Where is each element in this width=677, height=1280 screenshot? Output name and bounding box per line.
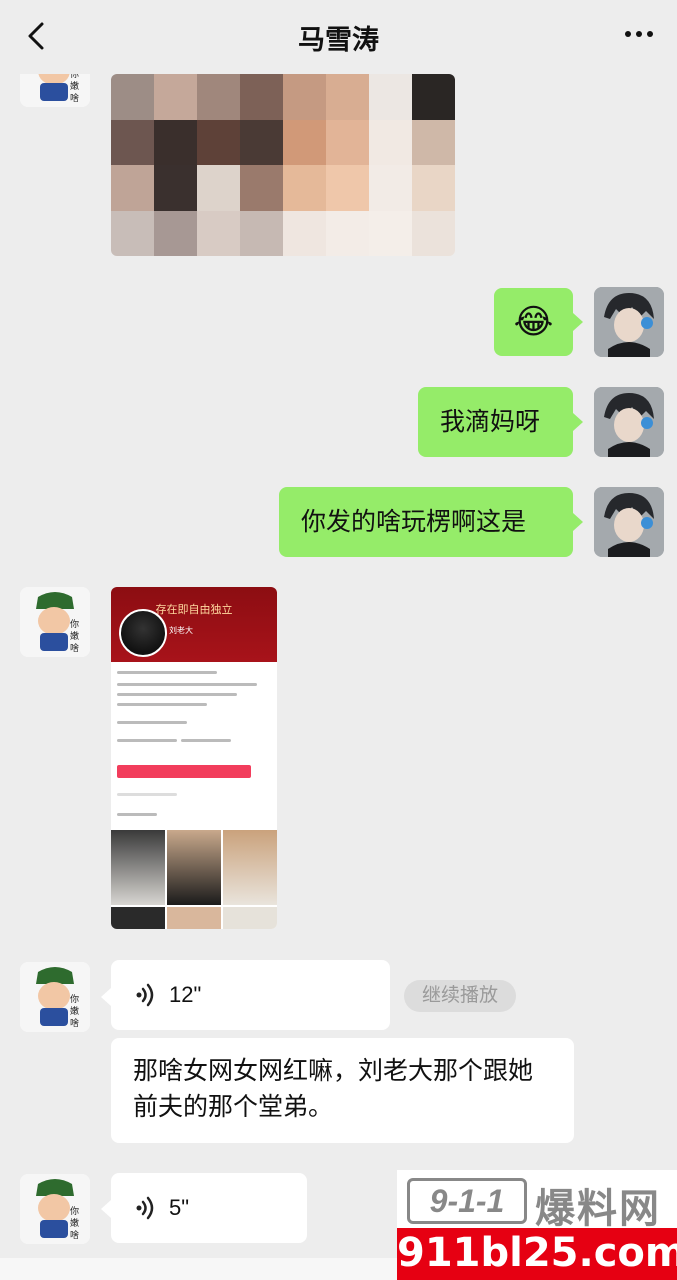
screenshot-line bbox=[181, 739, 231, 742]
mosaic-tile bbox=[412, 74, 455, 120]
mosaic-tile bbox=[197, 210, 240, 256]
mosaic-tile bbox=[154, 165, 197, 211]
screenshot-line bbox=[117, 793, 177, 796]
watermark: 9-1-1 爆料网 911bl25.com bbox=[397, 1170, 677, 1280]
mosaic-image[interactable] bbox=[111, 74, 455, 256]
svg-text:啥: 啥 bbox=[70, 642, 79, 653]
message-bubble[interactable]: 你发的啥玩楞啊这是 bbox=[279, 487, 573, 557]
screenshot-avatar bbox=[119, 609, 167, 657]
svg-text:嫩: 嫩 bbox=[70, 1217, 79, 1228]
message-bubble[interactable]: 我滴妈呀 bbox=[418, 387, 573, 457]
screenshot-line bbox=[117, 703, 207, 706]
contact-avatar[interactable]: 你 嫩 啥 bbox=[20, 1174, 90, 1244]
mosaic-tile bbox=[326, 210, 369, 256]
voice-message-bubble[interactable]: 12" bbox=[111, 960, 390, 1030]
svg-text:你: 你 bbox=[70, 993, 79, 1004]
mosaic-tile bbox=[369, 74, 412, 120]
mosaic-tile bbox=[154, 74, 197, 120]
mosaic-tile bbox=[283, 210, 326, 256]
mosaic-tile bbox=[111, 210, 154, 256]
screenshot-thumbnail bbox=[111, 830, 165, 905]
mosaic-tile bbox=[197, 119, 240, 165]
bubble-tail bbox=[573, 313, 583, 331]
profile-screenshot-image[interactable]: 存在即自由独立 刘老大 bbox=[111, 587, 277, 929]
mosaic-tile bbox=[283, 165, 326, 211]
voice-icon bbox=[136, 1196, 154, 1220]
message-bubble[interactable]: 那啥女网女网红嘛，刘老大那个跟她前夫的那个堂弟。 bbox=[111, 1038, 574, 1143]
mosaic-tile bbox=[197, 74, 240, 120]
voice-message-bubble[interactable]: 5" bbox=[111, 1173, 307, 1243]
my-avatar[interactable] bbox=[594, 487, 664, 557]
watermark-logo: 9-1-1 bbox=[407, 1178, 527, 1224]
screenshot-follow-button bbox=[117, 765, 251, 778]
mosaic-tile bbox=[326, 165, 369, 211]
contact-avatar[interactable]: 你 嫩 啥 bbox=[20, 587, 90, 657]
mosaic-tile bbox=[240, 74, 283, 120]
mosaic-tile bbox=[412, 165, 455, 211]
mosaic-tile bbox=[111, 74, 154, 120]
chat-title: 马雪涛 bbox=[298, 25, 379, 55]
screenshot-line bbox=[117, 813, 157, 816]
my-avatar[interactable] bbox=[594, 387, 664, 457]
mosaic-tile bbox=[111, 119, 154, 165]
mosaic-tile bbox=[412, 119, 455, 165]
screenshot-line bbox=[117, 739, 177, 742]
screenshot-thumbnail bbox=[223, 830, 277, 905]
screenshot-thumbnail bbox=[167, 907, 221, 929]
mosaic-tile bbox=[240, 210, 283, 256]
mosaic-tile bbox=[154, 210, 197, 256]
svg-text:啥: 啥 bbox=[70, 1229, 79, 1240]
message-text: 你发的啥玩楞啊这是 bbox=[301, 508, 527, 536]
mosaic-tile bbox=[369, 119, 412, 165]
screenshot-thumbnail bbox=[223, 907, 277, 929]
watermark-url: 911bl25.com bbox=[397, 1228, 677, 1280]
svg-text:你: 你 bbox=[70, 1205, 79, 1216]
message-text: 那啥女网女网红嘛，刘老大那个跟她前夫的那个堂弟。 bbox=[133, 1057, 534, 1121]
screenshot-line bbox=[117, 671, 217, 674]
mosaic-tile bbox=[111, 165, 154, 211]
mosaic-tile bbox=[240, 119, 283, 165]
svg-text:啥: 啥 bbox=[70, 1017, 79, 1028]
laugh-emoji: 😂 bbox=[513, 303, 554, 341]
bubble-tail bbox=[101, 1200, 111, 1218]
mosaic-tile bbox=[154, 119, 197, 165]
emoji-bubble[interactable]: 😂 bbox=[494, 288, 573, 356]
watermark-name: 爆料网 bbox=[535, 1187, 661, 1231]
mosaic-tile bbox=[283, 119, 326, 165]
svg-text:嫩: 嫩 bbox=[70, 80, 79, 91]
top-bar: 马雪涛 bbox=[0, 0, 677, 74]
contact-avatar[interactable]: 你 嫩 啥 bbox=[20, 962, 90, 1032]
voice-duration: 12" bbox=[169, 982, 202, 1007]
bubble-tail bbox=[573, 413, 583, 431]
svg-text:你: 你 bbox=[70, 618, 79, 629]
svg-text:嫩: 嫩 bbox=[70, 630, 79, 641]
bubble-tail bbox=[101, 988, 111, 1006]
bubble-tail bbox=[573, 513, 583, 531]
mosaic-tile bbox=[326, 119, 369, 165]
screenshot-thumbnail bbox=[111, 907, 165, 929]
mosaic-tile bbox=[369, 210, 412, 256]
more-icon[interactable] bbox=[621, 22, 657, 46]
input-bar[interactable] bbox=[0, 1258, 400, 1280]
continue-play-button[interactable]: 继续播放 bbox=[404, 980, 516, 1012]
mosaic-tile bbox=[197, 165, 240, 211]
svg-text:啥: 啥 bbox=[70, 92, 79, 103]
screenshot-line bbox=[117, 721, 187, 724]
mosaic-tile bbox=[412, 210, 455, 256]
voice-duration: 5" bbox=[169, 1195, 190, 1220]
svg-text:嫩: 嫩 bbox=[70, 1005, 79, 1016]
screenshot-line bbox=[117, 683, 257, 686]
screenshot-line bbox=[117, 693, 237, 696]
voice-icon bbox=[136, 983, 154, 1007]
screenshot-thumbnail bbox=[167, 830, 221, 905]
mosaic-tile bbox=[283, 74, 326, 120]
mosaic-tile bbox=[240, 165, 283, 211]
message-text: 我滴妈呀 bbox=[440, 408, 541, 436]
mosaic-tile bbox=[326, 74, 369, 120]
mosaic-tile bbox=[369, 165, 412, 211]
screenshot-profile-name: 刘老大 bbox=[169, 626, 193, 635]
my-avatar[interactable] bbox=[594, 287, 664, 357]
